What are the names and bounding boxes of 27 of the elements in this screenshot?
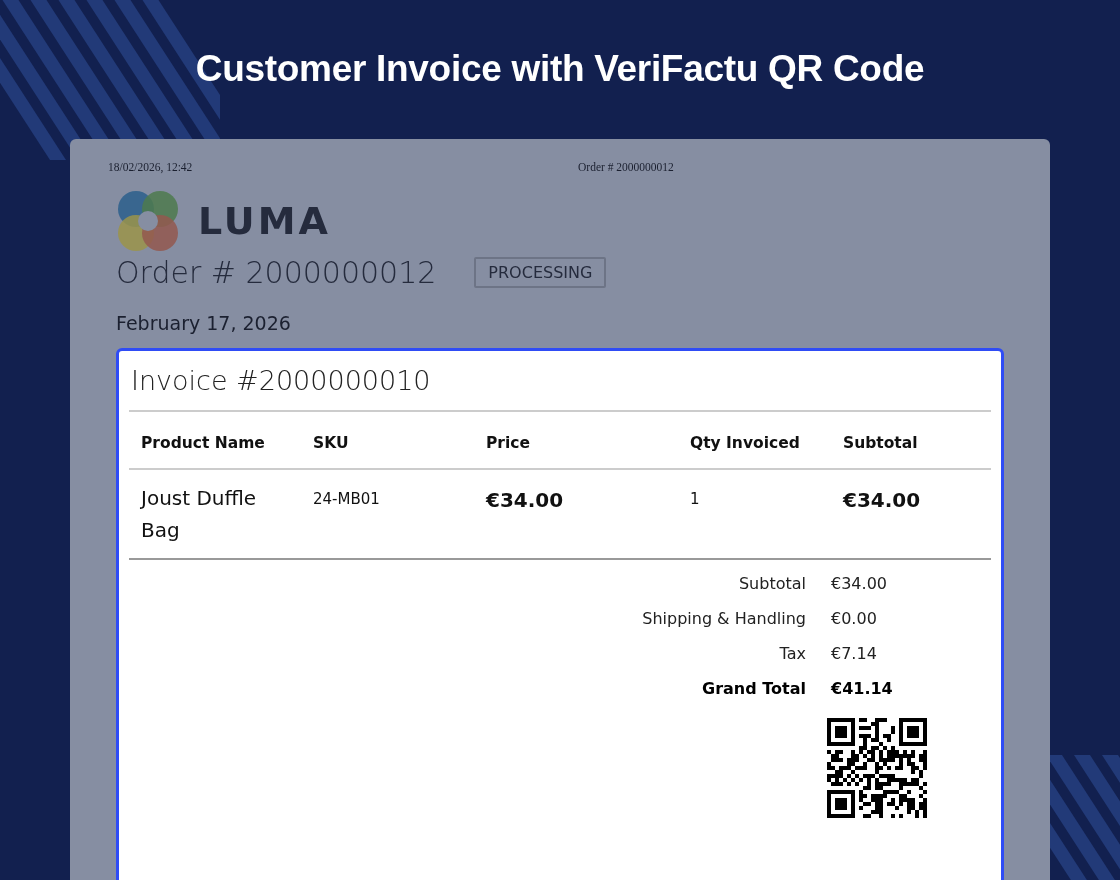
column-header: Qty Invoiced bbox=[666, 412, 831, 469]
order-title: Order # 2000000012 bbox=[116, 255, 437, 290]
table-cell: 24-MB01 bbox=[301, 469, 474, 559]
total-label: Tax bbox=[778, 644, 806, 663]
column-header: Subtotal bbox=[831, 412, 991, 469]
print-date: 18/02/2026, 12:42 bbox=[108, 161, 194, 173]
print-title: Order # 2000000012 bbox=[578, 161, 675, 173]
column-header: Product Name bbox=[129, 412, 301, 469]
total-label: Subtotal bbox=[737, 574, 806, 593]
table-cell: 1 bbox=[666, 469, 831, 559]
page-title: Customer Invoice with VeriFactu QR Code bbox=[195, 48, 925, 90]
logo-text: LUMA bbox=[198, 199, 331, 243]
status-badge: PROCESSING bbox=[474, 257, 607, 288]
invoice-title: Invoice #2000000010 bbox=[129, 351, 991, 412]
total-label: Grand Total bbox=[701, 679, 806, 698]
total-value: €34.00 bbox=[831, 574, 888, 593]
column-header: Price bbox=[474, 412, 666, 469]
logo-icon bbox=[116, 189, 180, 253]
total-value: €7.14 bbox=[831, 644, 878, 663]
table-cell: Joust Duffle Bag bbox=[129, 469, 301, 559]
total-value: €41.14 bbox=[831, 679, 894, 698]
total-value: €0.00 bbox=[831, 609, 878, 628]
table-cell: €34.00 bbox=[831, 469, 991, 559]
total-label: Shipping & Handling bbox=[641, 609, 806, 628]
column-header: SKU bbox=[301, 412, 474, 469]
table-cell: €34.00 bbox=[474, 469, 666, 559]
order-date: February 17, 2026 bbox=[116, 312, 292, 334]
